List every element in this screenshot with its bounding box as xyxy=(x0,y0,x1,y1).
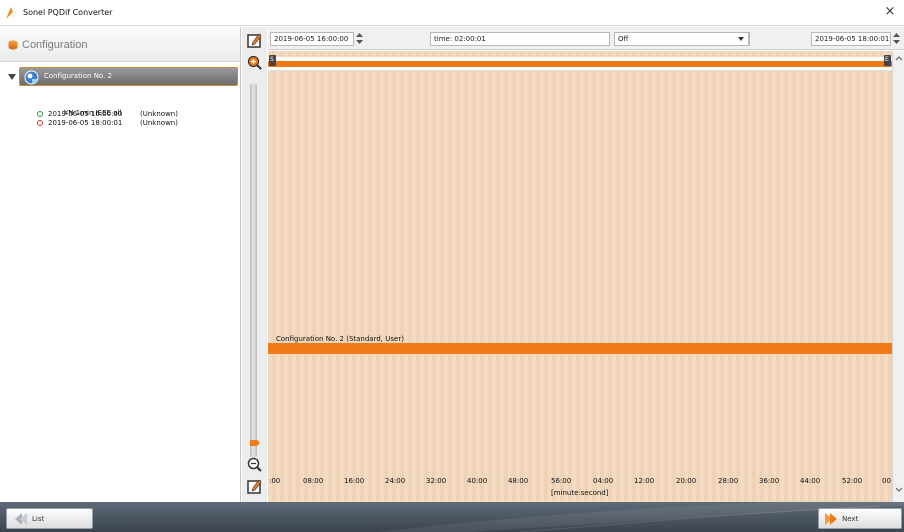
start-datetime-field[interactable]: 2019-06-05 16:00:00 xyxy=(270,32,354,46)
title-bar: Sonel PQDif Converter × xyxy=(0,0,904,26)
axis-tick: 52:00 xyxy=(842,477,863,485)
configuration-icon xyxy=(24,70,39,85)
recording-status: (Unknown) xyxy=(140,110,178,118)
list-button-label: List xyxy=(32,515,45,523)
tree-expand-icon[interactable] xyxy=(8,73,16,81)
list-button[interactable]: List xyxy=(6,508,93,529)
config-bar[interactable] xyxy=(268,343,892,354)
next-button[interactable]: Next xyxy=(818,508,902,529)
end-spinner-icon[interactable] xyxy=(892,31,901,46)
config-bar-label: Configuration No. 2 (Standard, User) xyxy=(276,335,404,343)
scroll-down-icon[interactable] xyxy=(895,487,903,493)
range-bar[interactable] xyxy=(268,61,892,67)
recording-status: (Unknown) xyxy=(140,119,178,127)
chevron-down-icon xyxy=(738,37,744,41)
axis-tick: 24:00 xyxy=(385,477,406,485)
range-end-handle[interactable]: E xyxy=(884,55,891,66)
footer-decoration xyxy=(380,502,904,532)
slider-handle-icon[interactable] xyxy=(250,440,260,446)
footer-bar: List Next xyxy=(0,502,904,532)
axis-tick: 20:00 xyxy=(676,477,697,485)
axis-tick: 56:00 xyxy=(551,477,572,485)
end-datetime-field[interactable]: 2019-06-05 18:00:01 xyxy=(811,32,891,46)
vertical-scrollbar[interactable] xyxy=(892,51,904,502)
app-logo-icon xyxy=(6,7,18,19)
window-title: Sonel PQDif Converter xyxy=(23,8,113,17)
mode-dropdown-button[interactable] xyxy=(727,32,749,46)
axis-tick: 04:00 xyxy=(593,477,614,485)
edit-icon[interactable] xyxy=(247,33,262,48)
axis-unit-label: [minute:second] xyxy=(551,489,609,497)
start-spinner-icon[interactable] xyxy=(355,31,364,46)
recording-start: 2019-06-05 16:00:00 xyxy=(48,110,123,118)
forward-arrow-icon xyxy=(825,513,837,525)
status-dot-icon xyxy=(37,111,43,117)
panel-title: Configuration xyxy=(22,39,88,51)
mode-select-value: Off xyxy=(618,35,629,43)
timeline-canvas[interactable]: S E Configuration No. 2 (Standard, User)… xyxy=(268,51,892,502)
time-axis: :00 08:00 16:00 24:00 32:00 40:00 48:00 … xyxy=(268,473,892,502)
scroll-up-icon[interactable] xyxy=(895,55,903,61)
tree-node-configuration[interactable]: Configuration No. 2 xyxy=(19,67,238,86)
zoom-toolbar xyxy=(242,27,267,502)
zoom-out-icon[interactable] xyxy=(247,457,262,472)
configuration-panel: Configuration Configuration No. 2 YN 1mi… xyxy=(0,27,241,502)
axis-tick: :00 xyxy=(269,477,281,485)
axis-tick: 36:00 xyxy=(759,477,780,485)
time-display-field[interactable]: time: 02:00:01 xyxy=(430,32,610,46)
zoom-in-icon[interactable] xyxy=(247,55,262,70)
axis-tick: 00 xyxy=(882,477,891,485)
edit-icon[interactable] xyxy=(247,479,262,494)
range-start-handle[interactable]: S xyxy=(269,55,276,66)
axis-tick: 08:00 xyxy=(303,477,324,485)
axis-tick: 32:00 xyxy=(426,477,447,485)
back-arrow-icon xyxy=(15,513,27,525)
zoom-slider[interactable] xyxy=(250,84,257,457)
tree-node-label: Configuration No. 2 xyxy=(44,72,112,80)
time-controls: 2019-06-05 16:00:00 time: 02:00:01 Off 2… xyxy=(268,27,904,50)
axis-tick: 28:00 xyxy=(718,477,739,485)
status-dot-icon xyxy=(37,120,43,126)
recording-end: 2019-06-05 18:00:01 xyxy=(48,119,123,127)
close-icon[interactable]: × xyxy=(882,4,898,20)
axis-tick: 44:00 xyxy=(800,477,821,485)
next-button-label: Next xyxy=(842,515,859,523)
axis-tick: 40:00 xyxy=(467,477,488,485)
axis-tick: 16:00 xyxy=(344,477,365,485)
database-icon xyxy=(8,40,18,50)
axis-tick: 12:00 xyxy=(634,477,655,485)
axis-tick: 48:00 xyxy=(508,477,529,485)
panel-header: Configuration xyxy=(0,27,240,62)
